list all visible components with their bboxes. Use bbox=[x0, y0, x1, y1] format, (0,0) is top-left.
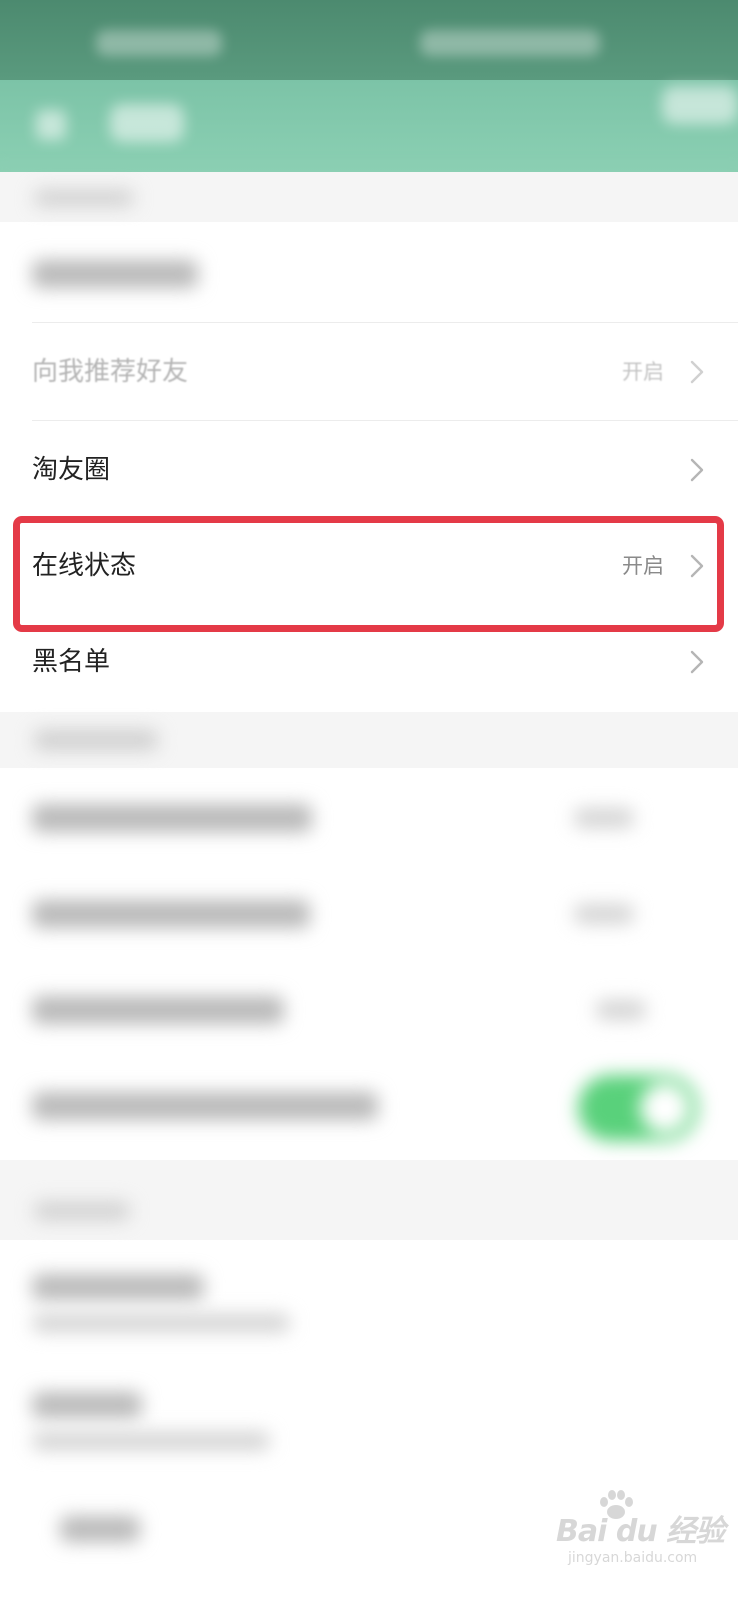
status-bar bbox=[0, 0, 738, 80]
blurred-row-4-value bbox=[596, 1000, 646, 1020]
section-header-homepage bbox=[0, 712, 738, 768]
more-icon[interactable] bbox=[662, 86, 738, 124]
status-bar-carrier-blur bbox=[96, 30, 222, 56]
row-taoyou-circle[interactable]: 淘友圈 bbox=[0, 422, 738, 518]
chevron-right-icon bbox=[690, 650, 704, 674]
blurred-row-7-subtitle bbox=[32, 1432, 270, 1450]
section-header-bottom bbox=[0, 1160, 738, 1240]
blurred-row-6[interactable] bbox=[0, 1244, 738, 1360]
blurred-row-3[interactable] bbox=[0, 866, 738, 962]
chevron-right-icon bbox=[690, 360, 704, 384]
section-header-top-blur bbox=[34, 190, 134, 206]
blurred-row-4[interactable] bbox=[0, 962, 738, 1058]
baidu-jingyan-watermark: Bai du 经验 jingyan.baidu.com bbox=[556, 1490, 726, 1580]
blurred-row-5-label bbox=[32, 1092, 378, 1120]
watermark-url: jingyan.baidu.com bbox=[568, 1550, 698, 1566]
app-header bbox=[0, 80, 738, 172]
divider bbox=[32, 420, 738, 421]
blurred-row-1[interactable] bbox=[0, 226, 738, 322]
status-bar-icons-blur bbox=[420, 30, 600, 56]
chevron-right-icon bbox=[690, 554, 704, 578]
blurred-row-7[interactable] bbox=[0, 1362, 738, 1478]
blurred-row-2-label bbox=[32, 804, 312, 832]
blurred-row-2-value bbox=[574, 808, 634, 828]
divider bbox=[32, 322, 738, 323]
row-blacklist[interactable]: 黑名单 bbox=[0, 614, 738, 710]
page-title-blur bbox=[110, 104, 184, 142]
blurred-row-6-subtitle bbox=[32, 1314, 290, 1332]
row-recommend-friends-label: 向我推荐好友 bbox=[32, 357, 189, 387]
toggle-switch[interactable] bbox=[578, 1075, 698, 1141]
row-online-status-value: 开启 bbox=[622, 554, 664, 578]
blurred-row-1-label bbox=[32, 260, 198, 288]
blurred-row-4-label bbox=[32, 996, 284, 1024]
blurred-row-7-title bbox=[32, 1392, 142, 1418]
chevron-right-icon bbox=[690, 458, 704, 482]
blurred-row-3-value bbox=[574, 904, 634, 924]
row-recommend-friends[interactable]: 向我推荐好友 开启 bbox=[0, 324, 738, 420]
watermark-brand: Bai du 经验 bbox=[556, 1514, 725, 1549]
blurred-row-8-title bbox=[60, 1516, 140, 1542]
blurred-row-6-title bbox=[32, 1274, 204, 1300]
row-online-status-label: 在线状态 bbox=[32, 551, 137, 581]
back-icon[interactable] bbox=[36, 110, 66, 140]
toggle-knob bbox=[640, 1083, 690, 1133]
section-header-top bbox=[0, 172, 738, 222]
row-blacklist-label: 黑名单 bbox=[32, 647, 111, 677]
row-taoyou-circle-label: 淘友圈 bbox=[32, 455, 111, 485]
row-recommend-friends-value: 开启 bbox=[622, 360, 664, 384]
section-header-homepage-blur bbox=[34, 730, 158, 750]
row-online-status[interactable]: 在线状态 开启 bbox=[0, 518, 738, 614]
blurred-row-3-label bbox=[32, 900, 310, 928]
section-header-bottom-blur bbox=[34, 1202, 130, 1220]
blurred-row-2[interactable] bbox=[0, 770, 738, 866]
